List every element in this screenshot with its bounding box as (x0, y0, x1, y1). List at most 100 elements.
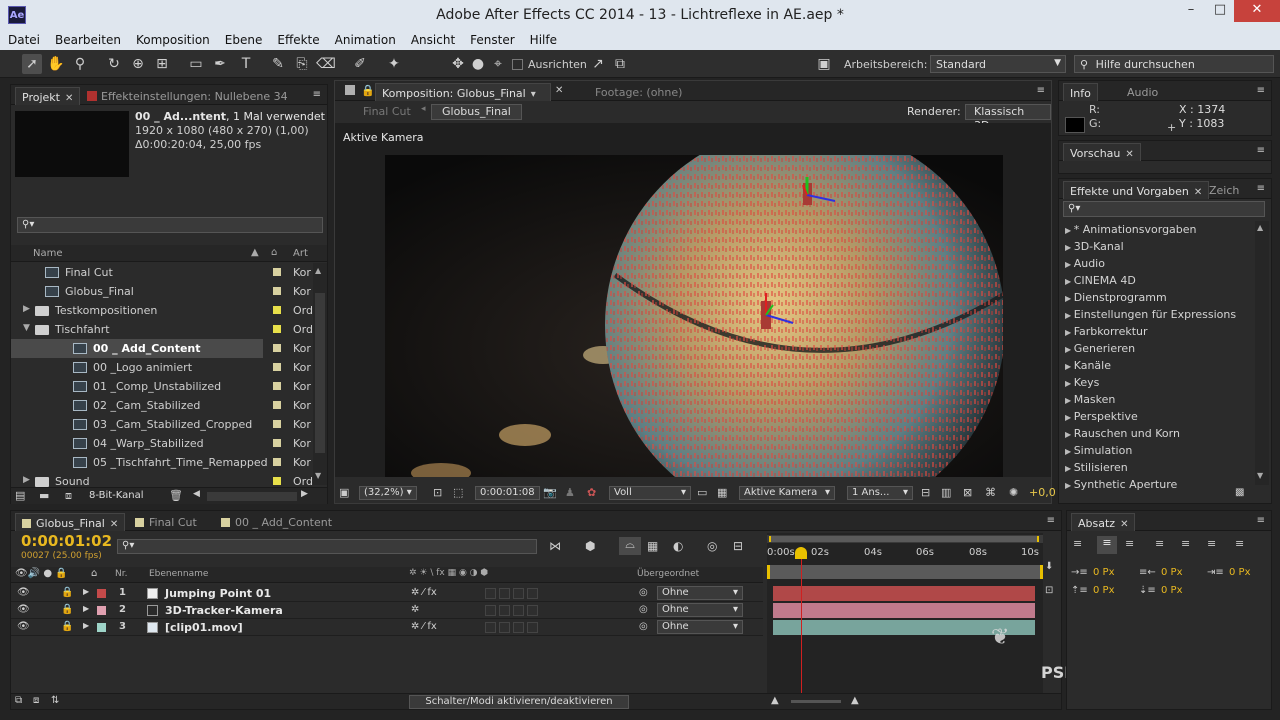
new-preset-icon[interactable]: ▩ (1235, 487, 1244, 498)
effect-category-item[interactable]: ▶ Synthetic Aperture (1065, 478, 1177, 491)
collapsed-triangle-icon[interactable]: ▶ (1065, 226, 1074, 235)
minimize-button[interactable]: – (1176, 0, 1206, 22)
collapsed-triangle-icon[interactable]: ▶ (1065, 277, 1074, 286)
label-color-swatch[interactable] (273, 420, 281, 428)
sort-icon[interactable]: ▲ (251, 247, 259, 258)
parent-pick-whip-icon[interactable]: ◎ (639, 587, 648, 598)
collapsed-triangle-icon[interactable]: ▶ (1065, 464, 1074, 473)
scroll-left-icon[interactable]: ◀ (193, 489, 200, 499)
puppet-pin-tool-icon[interactable]: ✦ (384, 54, 404, 74)
menu-animation[interactable]: Animation (327, 30, 403, 47)
new-composition-icon[interactable]: ⧈ (65, 489, 72, 503)
menu-ebene[interactable]: Ebene (217, 30, 270, 47)
collapsed-triangle-icon[interactable]: ▶ (1065, 396, 1074, 405)
crumb-final-cut[interactable]: Final Cut (363, 105, 411, 118)
chevron-down-icon[interactable]: ▾ (531, 89, 536, 100)
zoom-in-icon[interactable]: ▲ (851, 695, 859, 706)
snapshot-camera-icon[interactable]: 📷 (543, 486, 557, 499)
maximize-button[interactable]: □ (1205, 0, 1235, 22)
lock-icon[interactable]: 🔒 (61, 621, 73, 632)
layer-switch-checkbox[interactable] (485, 622, 496, 633)
world-axis-icon[interactable]: ● (468, 54, 488, 74)
text-tool-icon[interactable]: T (236, 54, 256, 74)
tab-timeline-final-cut[interactable]: Final Cut (129, 513, 203, 531)
av-features-icons[interactable]: 👁🔊 ● 🔒 (15, 568, 68, 579)
always-preview-icon[interactable]: ▣ (339, 486, 349, 499)
column-name[interactable]: Name (33, 248, 63, 259)
tab-character[interactable]: Zeich (1203, 181, 1245, 199)
current-time-display[interactable]: 0:00:01:02 (21, 532, 112, 550)
collapsed-triangle-icon[interactable]: ▶ (1065, 379, 1074, 388)
effect-category-item[interactable]: ▶ Rauschen und Korn (1065, 427, 1180, 440)
menu-fenster[interactable]: Fenster (462, 30, 522, 47)
scroll-down-icon[interactable]: ▼ (1257, 471, 1263, 480)
tab-paragraph[interactable]: Absatz ✕ (1071, 513, 1136, 531)
panel-menu-icon[interactable]: ≡ (1257, 145, 1265, 156)
comp-marker-bin-icon[interactable]: ⬇ (1045, 561, 1059, 575)
lock-icon[interactable]: 🔒 (61, 604, 73, 615)
help-search-field[interactable]: ⚲ Hilfe durchsuchen (1074, 55, 1274, 73)
shy-layers-icon[interactable]: ⌓ (619, 537, 641, 555)
scroll-down-icon[interactable]: ▼ (315, 471, 321, 480)
label-color-swatch[interactable] (273, 477, 281, 485)
effect-category-item[interactable]: ▶ Dienstprogramm (1065, 291, 1167, 304)
effect-category-item[interactable]: ▶ Simulation (1065, 444, 1132, 457)
parent-dropdown[interactable]: Ohne ▾ (657, 620, 743, 634)
brainstorm-icon[interactable]: ◎ (707, 539, 717, 553)
timeline-icon[interactable]: ⊠ (963, 486, 972, 499)
panel-menu-icon[interactable]: ≡ (1257, 515, 1265, 526)
close-icon[interactable]: ✕ (110, 519, 118, 530)
effect-category-item[interactable]: ▶ Generieren (1065, 342, 1135, 355)
collapsed-triangle-icon[interactable]: ▶ (83, 621, 89, 630)
tab-footage[interactable]: Footage: (ohne) (589, 83, 688, 101)
column-type[interactable]: Art (293, 248, 308, 259)
layer-duration-bar[interactable] (773, 603, 1035, 618)
fast-previews-icon[interactable]: ▥ (941, 486, 951, 499)
view-layout-dropdown[interactable]: 1 Ans... ▾ (847, 486, 913, 500)
menu-bearbeiten[interactable]: Bearbeiten (47, 30, 128, 47)
draft-3d-icon[interactable]: ⬢ (585, 539, 595, 553)
rotate-tool-icon[interactable]: ↻ (104, 54, 124, 74)
new-folder-icon[interactable]: ▬ (39, 489, 49, 502)
justify-all-icon[interactable]: ≡ (1235, 537, 1244, 550)
transfer-controls-icon[interactable]: ⧈ (33, 695, 39, 706)
tab-project[interactable]: Projekt ✕ (15, 87, 81, 105)
label-tag-icon[interactable]: ⌂ (91, 568, 97, 579)
in-out-duration-icon[interactable]: ⇅ (51, 695, 59, 706)
effect-category-item[interactable]: ▶ Farbkorrektur (1065, 325, 1148, 338)
indent-first-value[interactable]: 0 Px (1229, 567, 1251, 578)
effect-category-item[interactable]: ▶ Perspektive (1065, 410, 1138, 423)
effect-category-item[interactable]: ▶ * Animationsvorgaben (1065, 223, 1197, 236)
panel-menu-icon[interactable]: ≡ (1257, 183, 1265, 194)
collapsed-triangle-icon[interactable]: ▶ (23, 304, 30, 314)
time-ruler[interactable]: 0:00s 02s 04s 06s 08s 10s (767, 545, 1043, 563)
zoom-tool-icon[interactable]: ⚲ (70, 54, 90, 74)
collapsed-triangle-icon[interactable]: ▶ (83, 587, 89, 596)
label-color-swatch[interactable] (273, 306, 281, 314)
interpret-footage-icon[interactable]: ▤ (15, 489, 25, 502)
effect-category-item[interactable]: ▶ Stilisieren (1065, 461, 1128, 474)
effect-category-item[interactable]: ▶ Einstellungen für Expressions (1065, 308, 1236, 321)
tab-effects-presets[interactable]: Effekte und Vorgaben ✕ (1063, 181, 1210, 199)
pen-tool-icon[interactable]: ✒ (210, 54, 230, 74)
eraser-tool-icon[interactable]: ⌫ (316, 54, 336, 74)
collapsed-triangle-icon[interactable]: ▶ (1065, 294, 1074, 303)
effect-category-item[interactable]: ▶ Kanäle (1065, 359, 1111, 372)
layer-switch-checkbox[interactable] (499, 588, 510, 599)
layer-switch-checkbox[interactable] (485, 605, 496, 616)
collapsed-triangle-icon[interactable]: ▶ (1065, 413, 1074, 422)
color-channels-icon[interactable]: ✿ (587, 486, 596, 499)
project-item[interactable]: Final Cut Kor (11, 263, 313, 282)
project-item[interactable]: 05 _Tischfahrt_Time_Remapped Kor (11, 453, 313, 472)
scroll-right-icon[interactable]: ▶ (301, 489, 308, 499)
layer-switch-checkbox[interactable] (513, 605, 524, 616)
label-tag-icon[interactable]: ⌂ (271, 247, 277, 258)
project-item[interactable]: ▼ Tischfahrt Ord (11, 320, 313, 339)
tab-effect-settings[interactable]: Effekteinstellungen: Nullebene 34 (81, 87, 294, 105)
safe-zones-icon[interactable]: ⊡ (433, 486, 442, 499)
motion-blur-icon[interactable]: ◐ (673, 539, 683, 553)
collapsed-triangle-icon[interactable]: ▶ (1065, 447, 1074, 456)
label-color-swatch[interactable] (273, 268, 281, 276)
layer-label-color-swatch[interactable] (97, 589, 106, 598)
panel-menu-icon[interactable]: ≡ (1047, 515, 1055, 526)
